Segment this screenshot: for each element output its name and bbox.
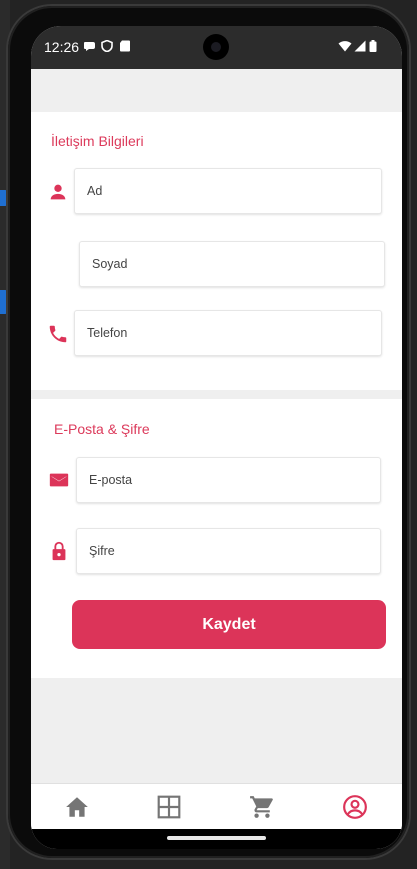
contact-section-title: İletişim Bilgileri: [51, 133, 144, 149]
bottom-navigation: [31, 783, 402, 830]
cellular-signal-icon: [354, 40, 366, 52]
phone-field[interactable]: [74, 310, 382, 356]
phone-input[interactable]: [75, 311, 381, 355]
notification-chat-icon: [84, 42, 95, 51]
profile-icon[interactable]: [342, 794, 368, 820]
person-icon: [50, 184, 66, 200]
wifi-icon: [338, 41, 352, 52]
host-window-marker: [0, 290, 7, 314]
home-icon[interactable]: [64, 794, 90, 820]
status-bar: 12:26: [31, 26, 402, 69]
sd-card-icon: [120, 40, 130, 52]
last-name-input[interactable]: [80, 242, 384, 286]
first-name-field[interactable]: [74, 168, 382, 214]
save-button[interactable]: Kaydet: [72, 600, 386, 649]
host-window-marker: [0, 190, 7, 206]
phone-device: 12:26 İletişim Bilgileri Ad Soyad Telefo…: [8, 6, 409, 858]
lock-icon: [52, 541, 66, 561]
cart-icon[interactable]: [249, 794, 275, 820]
credentials-section-title: E-Posta & Şifre: [54, 421, 150, 437]
email-input[interactable]: [77, 458, 380, 502]
emulator-frame: 12:26 İletişim Bilgileri Ad Soyad Telefo…: [0, 0, 417, 869]
shield-icon: [101, 40, 113, 52]
battery-icon: [369, 40, 377, 52]
last-name-field[interactable]: [79, 241, 385, 287]
gesture-handle[interactable]: [167, 836, 266, 840]
contact-info-card: İletişim Bilgileri: [31, 112, 402, 390]
front-camera: [203, 34, 229, 60]
grid-icon[interactable]: [156, 794, 182, 820]
phone-screen: 12:26 İletişim Bilgileri Ad Soyad Telefo…: [31, 26, 402, 849]
first-name-input[interactable]: [75, 169, 381, 213]
phone-icon: [49, 325, 67, 343]
gesture-navigation-area: [31, 829, 402, 849]
status-time: 12:26: [44, 39, 80, 55]
password-input[interactable]: [77, 529, 380, 573]
password-field[interactable]: [76, 528, 381, 574]
mail-icon: [49, 473, 69, 487]
email-field[interactable]: [76, 457, 381, 503]
